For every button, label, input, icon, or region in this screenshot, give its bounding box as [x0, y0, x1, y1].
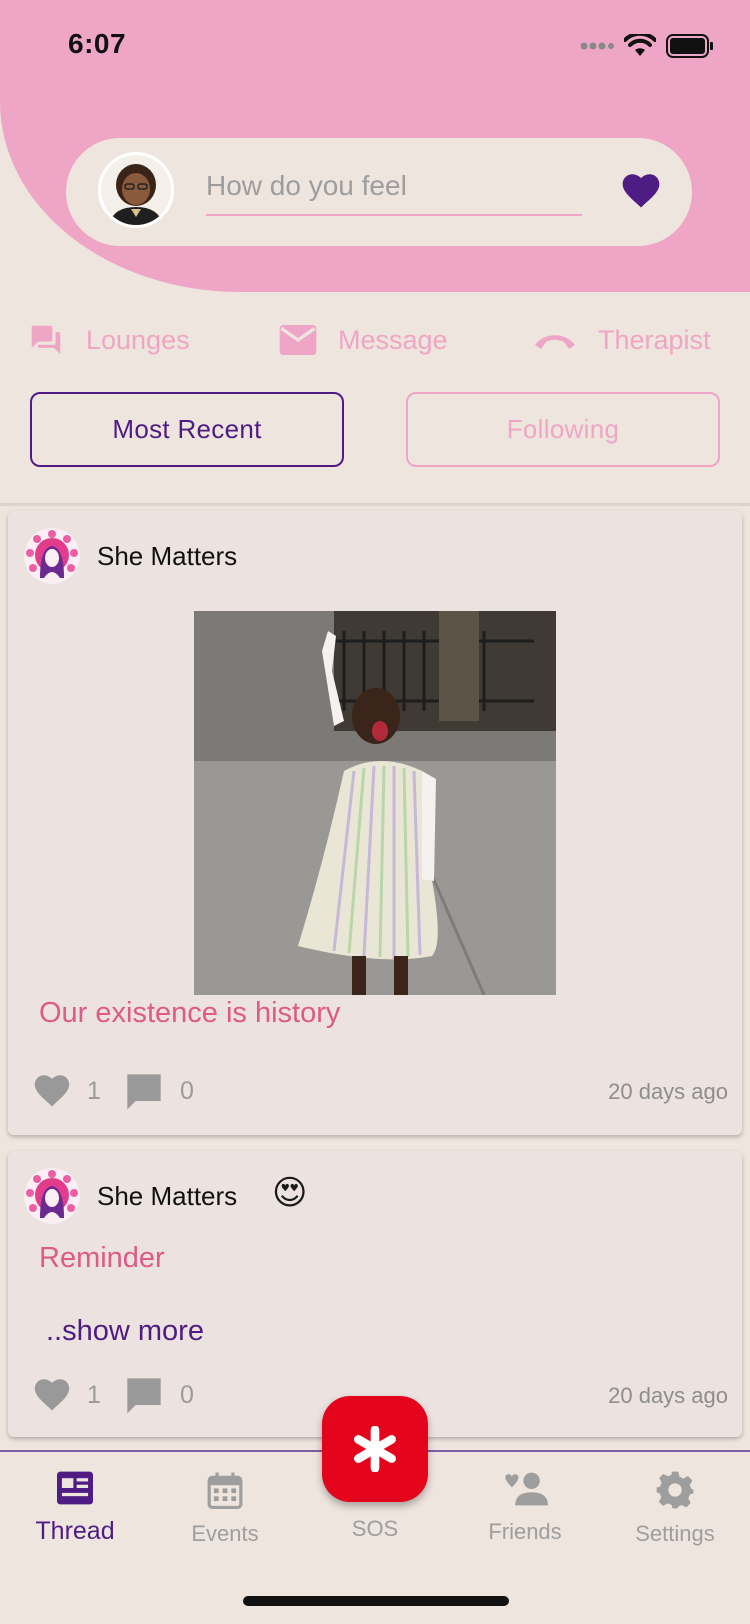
like-heart-icon[interactable]	[32, 1072, 72, 1108]
like-heart-icon[interactable]	[32, 1376, 72, 1412]
nav-sos-label-wrap[interactable]: SOS	[300, 1498, 450, 1542]
shortcut-message[interactable]: Message	[278, 318, 448, 362]
she-matters-logo[interactable]	[24, 528, 80, 584]
post-text: Our existence is history	[39, 997, 341, 1029]
user-avatar[interactable]	[98, 152, 174, 228]
shortcut-therapist[interactable]: Therapist	[532, 318, 711, 362]
nav-label: Thread	[35, 1517, 115, 1545]
shortcut-label: Lounges	[86, 324, 190, 355]
tab-following[interactable]: Following	[406, 392, 720, 467]
status-time: 6:07	[68, 28, 127, 59]
signal-icon	[580, 42, 614, 50]
calendar-icon	[207, 1472, 243, 1509]
post-image[interactable]	[194, 611, 556, 995]
nav-friends[interactable]: Friends	[450, 1470, 600, 1545]
post-time: 20 days ago	[608, 1383, 728, 1408]
shortcut-lounges[interactable]: Lounges	[26, 318, 190, 362]
tab-most-recent[interactable]: Most Recent	[30, 392, 344, 467]
nav-events[interactable]: Events	[150, 1470, 300, 1547]
chat-bubbles-icon	[31, 325, 61, 355]
nav-label: SOS	[351, 1516, 399, 1541]
gear-icon	[656, 1471, 694, 1509]
heart-icon[interactable]	[620, 170, 662, 210]
like-count: 1	[87, 1381, 101, 1409]
nav-thread[interactable]: Thread	[0, 1470, 150, 1546]
nav-label: Settings	[635, 1521, 715, 1546]
comment-count: 0	[180, 1381, 194, 1409]
feel-input[interactable]	[206, 158, 582, 216]
comment-count: 0	[180, 1077, 194, 1105]
show-more-link[interactable]: ..show more	[46, 1315, 204, 1348]
battery-icon	[666, 34, 713, 58]
feel-bar	[66, 138, 692, 246]
nav-label: Events	[191, 1521, 259, 1546]
post-time: 20 days ago	[608, 1079, 728, 1104]
sos-button[interactable]	[322, 1396, 428, 1502]
nav-label: Friends	[488, 1519, 562, 1544]
post-author: She Matters	[97, 541, 238, 571]
post-card[interactable]: She Matters Our existence is history 1 0…	[8, 511, 742, 1135]
asterisk-icon	[354, 1426, 396, 1472]
nav-settings[interactable]: Settings	[600, 1470, 750, 1547]
phone-icon	[535, 335, 575, 349]
divider	[0, 503, 750, 506]
friends-icon	[505, 1472, 548, 1506]
comment-icon[interactable]	[124, 1071, 164, 1111]
status-icons	[580, 34, 714, 58]
home-indicator	[243, 1596, 509, 1606]
post-card[interactable]: She Matters 😍 Reminder ..show more 1 0 2…	[8, 1151, 742, 1437]
emoji-heart-eyes: 😍	[272, 1174, 308, 1212]
comment-icon[interactable]	[124, 1375, 164, 1415]
she-matters-logo[interactable]	[24, 1168, 80, 1224]
post-text: Reminder	[39, 1242, 165, 1274]
like-count: 1	[87, 1077, 101, 1105]
wifi-icon	[624, 34, 656, 56]
envelope-icon	[279, 325, 317, 355]
newspaper-icon	[57, 1471, 93, 1505]
post-author: She Matters	[97, 1181, 238, 1211]
shortcut-label: Message	[338, 324, 448, 355]
shortcut-label: Therapist	[598, 324, 711, 355]
